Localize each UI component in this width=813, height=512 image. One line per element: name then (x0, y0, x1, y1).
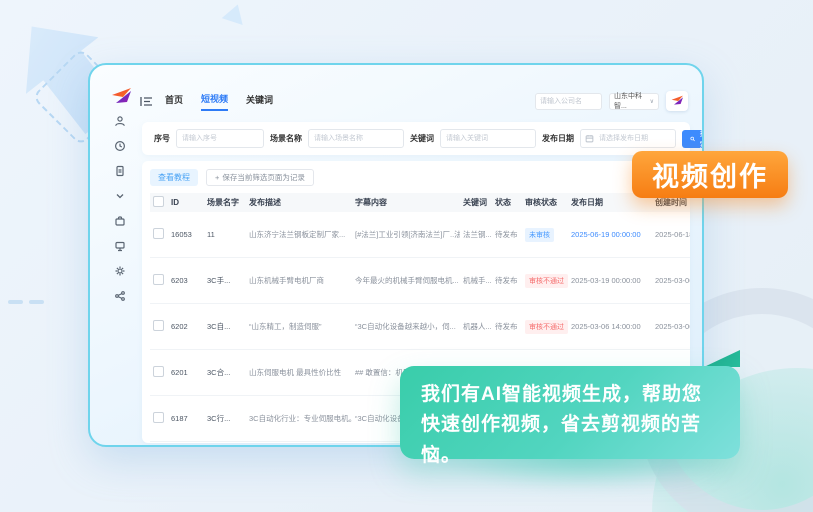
marketing-canvas: 首页 短视频 关键词 山东中科智... ∨ 序号 场景名称 关键词 发布日 (0, 0, 813, 512)
serial-input[interactable] (176, 129, 264, 148)
monitor-icon[interactable] (113, 238, 128, 253)
filter-bar: 序号 场景名称 关键词 发布日期 搜索 重置 (142, 122, 690, 155)
row-checkbox[interactable] (153, 366, 164, 377)
table-row: 16053 11 山东济宁法兰钢板定制厂家... [#法兰]工业引领[济南法兰]… (150, 212, 690, 258)
table-row: 6202 3C自... “山东精工，制造伺服” “3C自动化设备越来越小，伺..… (150, 304, 690, 350)
col-id: ID (168, 193, 204, 212)
table-header-row: ID 场景名字 发布描述 字幕内容 关键词 状态 审核状态 发布日期 创建时间 (150, 193, 690, 212)
row-checkbox[interactable] (153, 320, 164, 331)
col-audit: 审核状态 (522, 193, 568, 212)
feature-tooltip: 我们有AI智能视频生成，帮助您快速创作视频，省去剪视频的苦恼。 (400, 366, 740, 459)
publish-date-label: 发布日期 (542, 133, 574, 144)
row-checkbox[interactable] (153, 274, 164, 285)
tab-home[interactable]: 首页 (165, 93, 183, 110)
serial-label: 序号 (154, 133, 170, 144)
col-subtitle: 字幕内容 (352, 193, 460, 212)
col-scene-name: 场景名字 (204, 193, 246, 212)
document-icon[interactable] (113, 163, 128, 178)
tab-keywords[interactable]: 关键词 (246, 93, 273, 110)
brand-logo-icon (110, 87, 132, 112)
table-toolbar: 查看教程 + 保存当前筛选页面为记录 (150, 169, 690, 186)
tab-short-video[interactable]: 短视频 (201, 92, 228, 111)
top-navbar: 首页 短视频 关键词 山东中科智... ∨ (140, 89, 688, 113)
settings-icon[interactable] (113, 263, 128, 278)
table-row: 6203 3C手... 山东机械手臂电机厂商 今年最火的机械手臂伺服电机... … (150, 258, 690, 304)
col-desc: 发布描述 (246, 193, 352, 212)
collapse-menu-icon[interactable] (140, 96, 153, 107)
chevron-down-icon[interactable] (113, 188, 128, 203)
company-search-input[interactable] (535, 93, 602, 110)
calendar-icon (585, 134, 594, 143)
company-select[interactable]: 山东中科智... ∨ (609, 93, 659, 110)
plus-icon: + (215, 173, 219, 182)
chevron-down-icon: ∨ (650, 98, 654, 105)
company-select-value: 山东中科智... (614, 91, 650, 111)
feature-badge: 视频创作 (632, 151, 788, 198)
keyword-input[interactable] (440, 129, 536, 148)
select-all-checkbox[interactable] (153, 196, 164, 207)
keyword-label: 关键词 (410, 133, 434, 144)
col-keyword: 关键词 (460, 193, 492, 212)
brand-logo-mini[interactable] (666, 91, 688, 111)
dash-decoration (8, 300, 44, 304)
share-icon[interactable] (113, 288, 128, 303)
scene-name-input[interactable] (308, 129, 404, 148)
user-icon[interactable] (113, 113, 128, 128)
view-tutorial-button[interactable]: 查看教程 (150, 169, 198, 186)
search-button[interactable]: 搜索 (682, 130, 704, 148)
audit-status-badge: 审核不通过 (525, 320, 568, 334)
row-checkbox[interactable] (153, 412, 164, 423)
scene-name-label: 场景名称 (270, 133, 302, 144)
briefcase-icon[interactable] (113, 213, 128, 228)
save-filter-button[interactable]: + 保存当前筛选页面为记录 (206, 169, 314, 186)
triangle-decoration (222, 1, 248, 25)
publish-date-input[interactable] (597, 134, 671, 143)
col-status: 状态 (492, 193, 522, 212)
sidebar (104, 113, 136, 303)
audit-status-badge: 审核不通过 (525, 274, 568, 288)
audit-status-badge: 未审核 (525, 228, 554, 242)
search-icon (690, 135, 695, 143)
row-checkbox[interactable] (153, 228, 164, 239)
publish-date-picker[interactable] (580, 129, 676, 148)
history-icon[interactable] (113, 138, 128, 153)
